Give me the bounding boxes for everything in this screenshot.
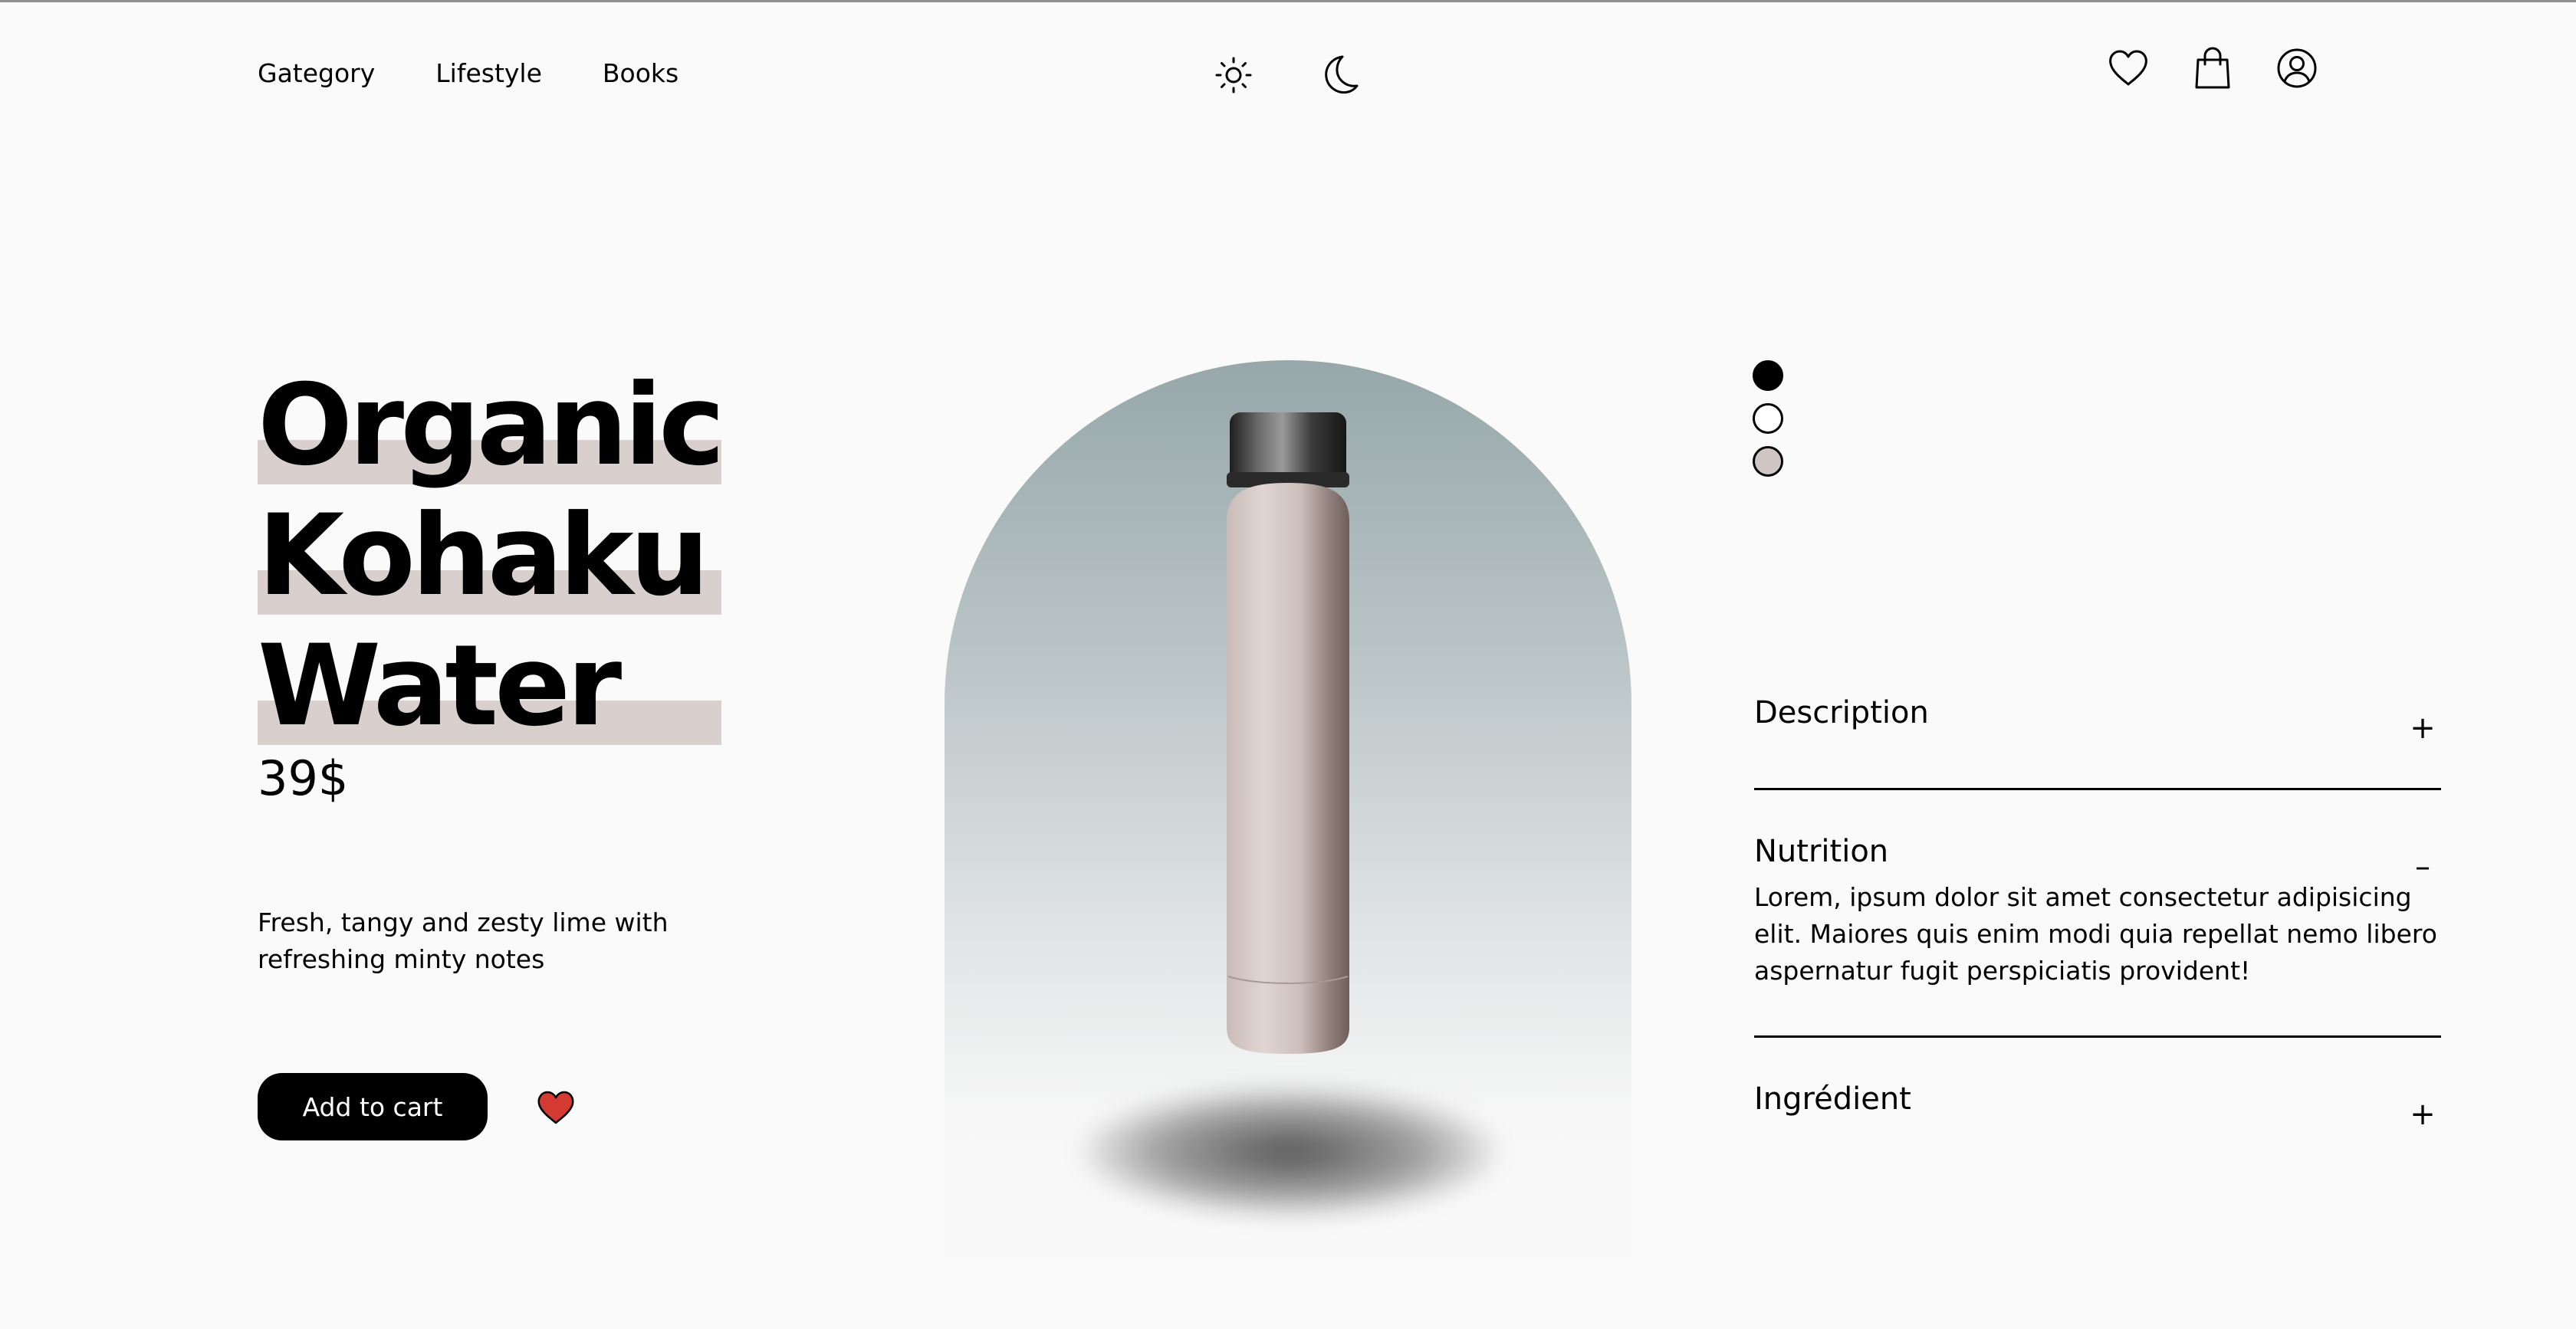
title-line-1: Organic bbox=[258, 360, 725, 491]
accordion-item-description: Description + bbox=[1754, 690, 2441, 790]
accordion-title: Nutrition bbox=[1754, 834, 1889, 869]
accordion-title: Ingrédient bbox=[1754, 1081, 1911, 1117]
heart-filled-icon[interactable] bbox=[535, 1087, 577, 1128]
accordion-header-ingredient[interactable]: Ingrédient + bbox=[1754, 1076, 2441, 1130]
title-line-3: Water bbox=[258, 621, 721, 751]
color-swatch-black[interactable] bbox=[1753, 360, 1783, 391]
title-line-2: Kohaku bbox=[258, 491, 721, 621]
accordion-item-ingredient: Ingrédient + bbox=[1754, 1038, 2441, 1130]
accordion-header-description[interactable]: Description + bbox=[1754, 690, 2441, 743]
wishlist-heart-icon[interactable] bbox=[2104, 44, 2152, 92]
accordion-header-nutrition[interactable]: Nutrition – bbox=[1754, 829, 2441, 882]
product-tagline: Fresh, tangy and zesty lime with refresh… bbox=[258, 907, 669, 974]
product-price: 39$ bbox=[258, 750, 349, 806]
accordion-title: Description bbox=[1754, 695, 1929, 730]
add-to-cart-button[interactable]: Add to cart bbox=[258, 1073, 488, 1140]
product-title: Organic Kohaku Water bbox=[258, 360, 725, 751]
water-bottle-image bbox=[1227, 412, 1349, 1054]
top-border bbox=[0, 0, 2576, 2]
collapse-minus-icon[interactable]: – bbox=[2407, 852, 2438, 882]
theme-toggle bbox=[1209, 51, 1364, 100]
nutrition-text: Lorem, ipsum dolor sit amet consectetur … bbox=[1754, 882, 2437, 986]
nav-link-lifestyle[interactable]: Lifestyle bbox=[435, 55, 542, 92]
expand-plus-icon[interactable]: + bbox=[2407, 1099, 2438, 1130]
color-options bbox=[1753, 360, 1783, 477]
expand-plus-icon[interactable]: + bbox=[2407, 713, 2438, 743]
header-actions bbox=[2104, 44, 2321, 92]
user-account-icon[interactable] bbox=[2273, 44, 2321, 92]
nav-link-category[interactable]: Gategory bbox=[258, 55, 375, 92]
sun-icon[interactable] bbox=[1209, 51, 1258, 100]
shopping-bag-icon[interactable] bbox=[2189, 44, 2236, 92]
color-swatch-taupe[interactable] bbox=[1753, 446, 1783, 477]
nav-link-books[interactable]: Books bbox=[603, 55, 678, 92]
accordion-item-nutrition: Nutrition – Lorem, ipsum dolor sit amet … bbox=[1754, 790, 2441, 1038]
bottle-shadow bbox=[1083, 1087, 1497, 1217]
moon-icon[interactable] bbox=[1315, 51, 1364, 100]
product-details-accordion: Description + Nutrition – Lorem, ipsum d… bbox=[1754, 690, 2441, 1130]
primary-nav: Gategory Lifestyle Books bbox=[258, 55, 678, 92]
color-swatch-white[interactable] bbox=[1753, 403, 1783, 434]
